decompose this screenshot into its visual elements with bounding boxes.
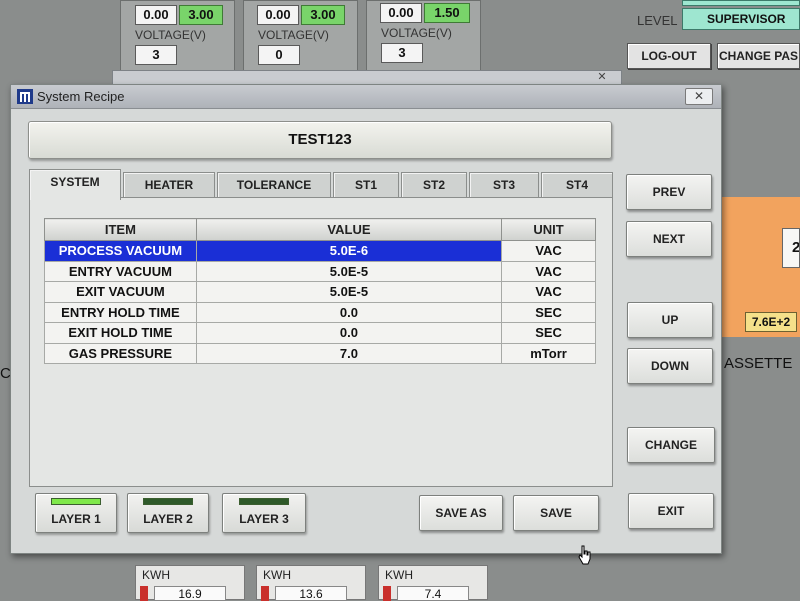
kwh-box-1: KWH 16.9: [135, 565, 245, 601]
dialog-title-bar[interactable]: System Recipe ✕: [11, 85, 721, 109]
close-icon[interactable]: ✕: [685, 88, 713, 105]
station-1-voltage-value: 3: [135, 45, 177, 65]
station-3-value-left: 0.00: [380, 3, 422, 23]
station-2-voltage-value: 0: [258, 45, 300, 65]
level-label: LEVEL: [637, 13, 678, 28]
orange-status-inner: 2: [782, 228, 800, 268]
kwh-bar: [261, 586, 269, 601]
kwh-value: 16.9: [154, 586, 226, 601]
table-cell-item: GAS PRESSURE: [44, 342, 197, 364]
tab-system[interactable]: SYSTEM: [29, 169, 121, 200]
column-header-unit: UNIT: [501, 218, 596, 241]
prev-button[interactable]: PREV: [626, 174, 712, 210]
change-button[interactable]: CHANGE: [627, 427, 715, 463]
station-1-value-right: 3.00: [179, 5, 223, 25]
kwh-box-2: KWH 13.6: [256, 565, 366, 601]
app-logo-icon: [17, 89, 33, 104]
table-cell-item: EXIT HOLD TIME: [44, 322, 197, 344]
table-row[interactable]: EXIT VACUUM 5.0E-5 VAC: [44, 281, 596, 303]
kwh-box-3: KWH 7.4: [378, 565, 488, 601]
layer-1-indicator-icon: [51, 498, 101, 505]
table-cell-unit: SEC: [501, 322, 596, 344]
level-top-field: [682, 0, 800, 6]
system-tab-panel: ITEM VALUE UNIT PROCESS VACUUM 5.0E-6 VA…: [29, 197, 613, 565]
tab-tolerance[interactable]: TOLERANCE: [217, 172, 331, 198]
table-cell-value: 0.0: [195, 322, 503, 344]
table-cell-item: ENTRY HOLD TIME: [44, 301, 197, 323]
station-1-value-left: 0.00: [135, 5, 177, 25]
layer-1-label: LAYER 1: [51, 512, 101, 526]
save-as-button[interactable]: SAVE AS: [419, 495, 503, 531]
layer-2-button[interactable]: LAYER 2: [127, 493, 209, 533]
tab-st4[interactable]: ST4: [541, 172, 613, 198]
tab-st1[interactable]: ST1: [333, 172, 399, 198]
dialog-title: System Recipe: [37, 89, 125, 104]
table-cell-unit: mTorr: [501, 342, 596, 364]
station-3-voltage-label: VOLTAGE(V): [381, 26, 452, 40]
layer-3-button[interactable]: LAYER 3: [222, 493, 306, 533]
layer-3-indicator-icon: [239, 498, 289, 505]
kwh-label: KWH: [263, 568, 291, 582]
station-3-voltage-value: 3: [381, 43, 423, 63]
tab-st3[interactable]: ST3: [469, 172, 539, 198]
layer-2-indicator-icon: [143, 498, 193, 505]
recipe-name-field: TEST123: [28, 121, 612, 159]
station-2-voltage-label: VOLTAGE(V): [258, 28, 329, 42]
kwh-label: KWH: [385, 568, 413, 582]
table-cell-item: PROCESS VACUUM: [44, 240, 197, 262]
tab-st2[interactable]: ST2: [401, 172, 467, 198]
kwh-value: 7.4: [397, 586, 469, 601]
system-recipe-dialog: System Recipe ✕ TEST123 SYSTEM HEATER TO…: [10, 84, 722, 565]
table-row[interactable]: EXIT HOLD TIME 0.0 SEC: [44, 322, 596, 344]
table-cell-value: 0.0: [195, 301, 503, 323]
station-2-value-right: 3.00: [301, 5, 345, 25]
recipe-table: ITEM VALUE UNIT PROCESS VACUUM 5.0E-6 VA…: [44, 218, 596, 364]
kwh-bar: [140, 586, 148, 601]
layer-3-label: LAYER 3: [239, 512, 289, 526]
table-cell-unit: VAC: [501, 260, 596, 282]
table-cell-unit: VAC: [501, 240, 596, 262]
column-header-value: VALUE: [195, 218, 503, 241]
table-cell-unit: SEC: [501, 301, 596, 323]
layer-2-label: LAYER 2: [143, 512, 193, 526]
cassette-label: ASSETTE: [724, 355, 793, 372]
table-header-row: ITEM VALUE UNIT: [44, 218, 596, 241]
down-button[interactable]: DOWN: [627, 348, 713, 384]
table-row[interactable]: ENTRY VACUUM 5.0E-5 VAC: [44, 260, 596, 282]
table-row[interactable]: GAS PRESSURE 7.0 mTorr: [44, 342, 596, 364]
table-cell-item: EXIT VACUUM: [44, 281, 197, 303]
exit-button[interactable]: EXIT: [628, 493, 714, 529]
next-button[interactable]: NEXT: [626, 221, 712, 257]
change-password-button[interactable]: CHANGE PAS: [717, 43, 800, 69]
table-cell-item: ENTRY VACUUM: [44, 260, 197, 282]
up-button[interactable]: UP: [627, 302, 713, 338]
table-cell-value: 5.0E-6: [195, 240, 503, 262]
table-cell-unit: VAC: [501, 281, 596, 303]
table-cell-value: 7.0: [195, 342, 503, 364]
side-value: 7.6E+2: [745, 312, 797, 332]
kwh-bar: [383, 586, 391, 601]
mouse-cursor-icon: [578, 545, 591, 565]
save-button[interactable]: SAVE: [513, 495, 599, 531]
level-value: SUPERVISOR: [682, 8, 800, 30]
table-row-selected[interactable]: PROCESS VACUUM 5.0E-6 VAC: [44, 240, 596, 262]
station-1-voltage-label: VOLTAGE(V): [135, 28, 206, 42]
table-cell-value: 5.0E-5: [195, 281, 503, 303]
recipe-list-close-icon[interactable]: ✕: [590, 70, 614, 83]
logout-button[interactable]: LOG-OUT: [627, 43, 711, 69]
kwh-label: KWH: [142, 568, 170, 582]
layer-1-button[interactable]: LAYER 1: [35, 493, 117, 533]
station-3-value-right: 1.50: [424, 3, 470, 23]
table-cell-value: 5.0E-5: [195, 260, 503, 282]
station-2-value-left: 0.00: [257, 5, 299, 25]
table-row[interactable]: ENTRY HOLD TIME 0.0 SEC: [44, 301, 596, 323]
tab-heater[interactable]: HEATER: [123, 172, 215, 198]
column-header-item: ITEM: [44, 218, 197, 241]
kwh-value: 13.6: [275, 586, 347, 601]
